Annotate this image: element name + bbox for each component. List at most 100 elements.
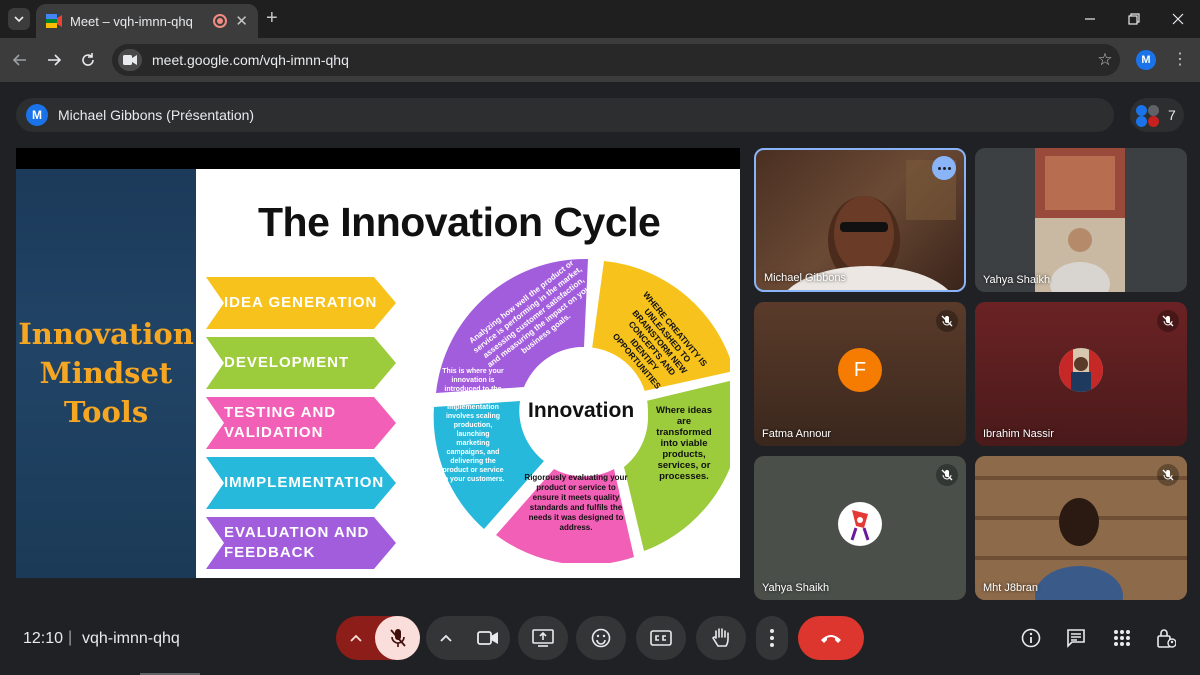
browser-toolbar: meet.google.com/vqh-imnn-qhq ☆ M ⋮ [0,38,1200,82]
close-window-button[interactable] [1156,0,1200,38]
participant-name: Ibrahim Nassir [983,428,1054,440]
apps-grid-icon [1114,630,1130,646]
mic-off-icon [389,629,406,647]
mic-off-badge [1157,464,1179,486]
more-options-button[interactable] [756,616,788,660]
close-tab-icon[interactable]: ✕ [235,14,248,29]
browser-tab-bar: Meet – vqh-imnn-qhq ✕ + [0,0,1200,38]
stage-testing-validation: TESTING AND VALIDATION [206,397,396,449]
mic-off-badge [936,310,958,332]
participant-tile[interactable]: Ibrahim Nassir [975,302,1187,446]
video-control-group [426,616,510,660]
slide-title: The Innovation Cycle [258,199,661,245]
audio-control-group [336,616,420,660]
url-text: meet.google.com/vqh-imnn-qhq [152,52,349,68]
participant-name: Yahya Shaikh [983,274,1051,286]
chat-button[interactable] [1056,616,1096,660]
arrow-left-icon [12,54,26,66]
leave-call-button[interactable] [798,616,864,660]
emoji-icon [591,628,611,648]
meeting-details-button[interactable] [1011,616,1051,660]
participant-tile[interactable]: Michael Gibbons [754,148,966,292]
tab-title: Meet – vqh-imnn-qhq [70,13,193,29]
mini-avatar [1148,116,1159,127]
address-bar[interactable]: meet.google.com/vqh-imnn-qhq ☆ [112,44,1120,76]
mic-off-icon [1162,315,1174,327]
reactions-button[interactable] [576,616,626,660]
stage-label: EVALUATION AND FEEDBACK [224,524,370,561]
bookmark-star-icon[interactable]: ☆ [1090,50,1120,70]
tab-search-button[interactable] [8,8,30,30]
profile-avatar[interactable]: M [1136,50,1156,70]
activities-button[interactable] [1102,616,1142,660]
back-button[interactable] [8,48,32,72]
slide: Innovation Mindset Tools The Innovation … [16,169,740,578]
participant-avatars [1136,103,1160,127]
browser-menu-icon[interactable]: ⋮ [1172,50,1188,70]
mic-off-icon [941,315,953,327]
host-controls-button[interactable] [1146,616,1186,660]
participant-tile[interactable]: F Fatma Annour [754,302,966,446]
arrow-right-icon [48,54,62,66]
recording-indicator-icon [213,14,228,28]
mic-off-badge [1157,310,1179,332]
side-title-line: Innovation [18,317,194,351]
meeting-code: vqh-imnn-qhq [82,630,180,647]
mini-avatar [1136,105,1147,116]
side-title-line: Tools [63,395,149,429]
cycle-text-pink: Rigorously evaluating your product or se… [524,473,628,532]
site-info-button[interactable] [118,49,142,71]
presenter-banner[interactable]: M Michael Gibbons (Présentation) [16,98,1114,132]
participant-name: Fatma Annour [762,428,832,440]
participant-video [1035,148,1125,292]
meeting-clock: 12:10 [23,630,64,647]
info-icon [1021,628,1041,648]
browser-tab-meet[interactable]: Meet – vqh-imnn-qhq ✕ [36,4,258,38]
end-call-icon [821,635,841,643]
reload-button[interactable] [76,48,100,72]
hand-icon [712,628,729,647]
audio-options-button[interactable] [336,616,375,660]
participants-button[interactable]: 7 [1130,98,1184,132]
microphone-toggle-button[interactable] [375,616,420,660]
sticker-avatar-image [850,510,870,541]
forward-button[interactable] [42,48,66,72]
chevron-up-icon [349,634,362,642]
new-tab-button[interactable]: + [266,8,278,28]
restore-icon [1128,13,1140,25]
separator: | [68,629,73,646]
participant-avatar: F [838,348,882,392]
participant-photo-avatar [1059,348,1103,392]
mic-off-icon [941,469,953,481]
innovation-cycle-diagram: Analyzing how well the product or servic… [412,255,740,565]
side-title-line: Mindset [39,356,173,390]
lock-person-icon [1157,629,1176,648]
minimize-button[interactable] [1068,0,1112,38]
presenter-avatar: M [26,104,48,126]
stage-development: DEVELOPMENT [206,337,396,389]
mini-avatar [1148,105,1159,116]
mic-off-badge [936,464,958,486]
present-screen-button[interactable] [518,616,568,660]
stage-label: IMMPLEMENTATION [224,474,385,491]
stage-label: TESTING AND VALIDATION [224,404,337,441]
video-options-button[interactable] [426,616,466,660]
reload-icon [82,53,94,66]
restore-button[interactable] [1112,0,1156,38]
captions-button[interactable] [636,616,686,660]
chevron-down-icon [14,16,24,23]
camera-toggle-button[interactable] [466,616,510,660]
presentation-view: Innovation Mindset Tools The Innovation … [16,148,740,578]
raise-hand-button[interactable] [696,616,746,660]
participant-tile[interactable]: Yahya Shaikh [975,148,1187,292]
slide-side-title: Innovation Mindset Tools [18,315,194,432]
more-options-button[interactable] [932,156,956,180]
stage-label: DEVELOPMENT [224,354,350,371]
stage-label: IDEA GENERATION [224,294,378,311]
window-controls [1068,0,1200,38]
presenter-label: Michael Gibbons (Présentation) [58,107,255,123]
participant-tile[interactable]: Yahya Shaikh [754,456,966,600]
chat-icon [1067,629,1085,648]
participant-tile[interactable]: Mht J8bran [975,456,1187,600]
minimize-icon [1085,18,1095,20]
